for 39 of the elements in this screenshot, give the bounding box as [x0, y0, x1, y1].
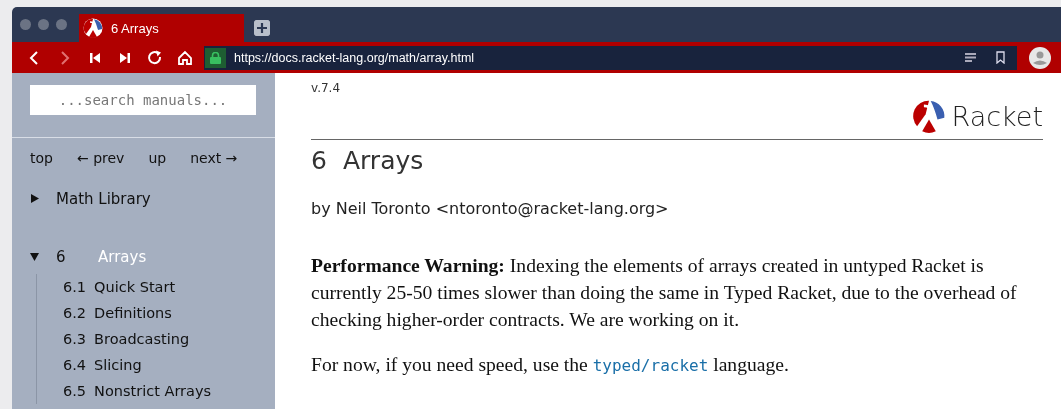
- browser-tab[interactable]: 6 Arrays: [79, 14, 244, 42]
- section-number: 6.2: [63, 305, 87, 321]
- section-number: 6.3: [63, 331, 87, 347]
- logo-text: Racket: [951, 100, 1043, 132]
- paragraph: For now, if you need speed, use the typed/racket language.: [311, 353, 790, 377]
- lock-icon: [210, 51, 221, 64]
- page-heading: Arrays: [342, 146, 424, 175]
- section-number: 6.1: [63, 279, 87, 295]
- address-bar[interactable]: https://docs.racket-lang.org/math/array.html: [204, 45, 1017, 70]
- search-field[interactable]: ...search manuals...: [30, 85, 256, 115]
- code-link[interactable]: typed/racket: [592, 356, 709, 375]
- author-line: by Neil Toronto <ntoronto@racket-lang.org>: [311, 199, 670, 218]
- paragraph: Performance Warning: Indexing the elements of arrays created in untyped Racket is currently 25-50 times slower than doing the same in Typed Racket, due to the overhead of checking higher-order contracts. We are working on it.: [311, 254, 1018, 332]
- nav-link[interactable]: ← prev: [76, 150, 125, 166]
- nav-link[interactable]: top: [30, 150, 53, 166]
- toc-link[interactable]: Definitions: [94, 305, 172, 321]
- window-zoom-button[interactable]: [56, 19, 67, 30]
- window-minimize-button[interactable]: [38, 19, 49, 30]
- version-label: v.7.4: [311, 81, 342, 95]
- section-number: 6: [56, 248, 67, 266]
- nav-link[interactable]: up: [148, 150, 167, 166]
- nav-link[interactable]: next →: [190, 150, 238, 166]
- toc-link[interactable]: Math Library: [56, 190, 151, 208]
- window-close-button[interactable]: [20, 19, 31, 30]
- toc-link[interactable]: Quick Start: [94, 279, 176, 295]
- collapsed-triangle-icon[interactable]: [30, 193, 39, 203]
- section-number: 6.5: [63, 383, 87, 399]
- expanded-triangle-icon[interactable]: [30, 251, 39, 261]
- new-tab-icon[interactable]: [254, 20, 270, 36]
- toc-link[interactable]: Slicing: [94, 357, 142, 373]
- section-number: 6.4: [63, 357, 87, 373]
- reader-icon[interactable]: [965, 53, 976, 62]
- heading-number: 6: [311, 146, 327, 175]
- toc-link[interactable]: Broadcasting: [94, 331, 190, 347]
- racket-logo-icon: [911, 99, 946, 133]
- toc-link[interactable]: Nonstrict Arrays: [94, 383, 212, 399]
- bookmark-icon[interactable]: [996, 51, 1005, 64]
- racket-logo-icon: [83, 18, 103, 38]
- avatar-icon[interactable]: [1029, 46, 1051, 69]
